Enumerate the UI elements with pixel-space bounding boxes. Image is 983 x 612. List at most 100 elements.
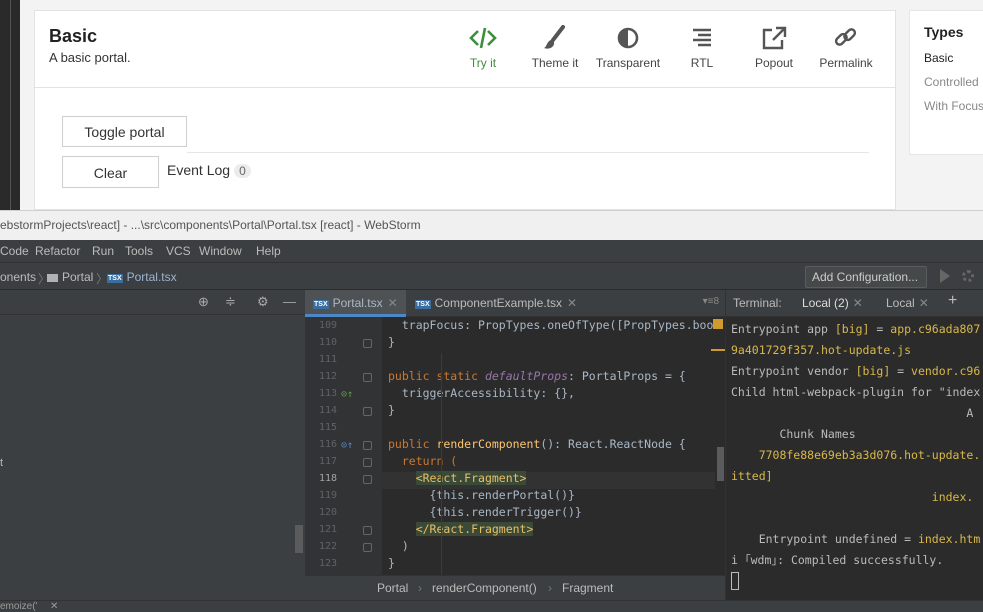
code-line: public renderComponent(): React.ReactNod… <box>388 436 686 453</box>
close-icon[interactable]: ✕ <box>853 296 863 310</box>
add-configuration-button[interactable]: Add Configuration... <box>805 266 927 288</box>
line-number: 123 <box>318 558 337 569</box>
code-token: public <box>388 437 437 451</box>
terminal-text: [big] <box>834 322 870 336</box>
terminal-tab-local[interactable]: Local ✕ <box>886 296 929 310</box>
terminal-label: Terminal: <box>733 296 782 310</box>
theme-it-button[interactable]: Theme it <box>515 25 595 70</box>
code-line: {this.renderPortal()} <box>388 488 575 502</box>
collapse-all-icon[interactable]: ≑ <box>225 294 236 310</box>
debug-icon[interactable] <box>962 270 974 282</box>
fold-marker-icon[interactable] <box>363 373 372 382</box>
tab-portal-tsx[interactable]: TSX Portal.tsx ✕ <box>305 290 406 317</box>
fold-marker-icon[interactable] <box>363 441 372 450</box>
hide-panel-icon[interactable]: — <box>283 294 296 309</box>
rtl-button[interactable]: RTL <box>662 25 742 70</box>
nav-crumb-file[interactable]: TSX Portal.tsx <box>107 270 177 284</box>
terminal-text: vendor.c96 <box>911 364 981 378</box>
tab-component-example-label: ComponentExample.tsx <box>434 296 563 310</box>
gear-icon[interactable]: ⚙ <box>257 294 269 310</box>
menu-code[interactable]: Code <box>0 244 29 258</box>
nav-crumb-components[interactable]: onents <box>0 270 36 284</box>
menu-refactor[interactable]: Refactor <box>35 244 80 258</box>
transparent-button[interactable]: Transparent <box>588 25 668 70</box>
line-number: 109 <box>318 320 337 331</box>
code-line: triggerAccessibility: {}, <box>388 386 575 400</box>
menu-help[interactable]: Help <box>256 244 281 258</box>
tab-list-button[interactable]: ▾≡8 <box>703 296 719 307</box>
warning-status-icon[interactable] <box>713 319 723 329</box>
types-item-controlled[interactable]: Controlled <box>924 75 979 89</box>
locate-icon[interactable]: ⊕ <box>198 294 209 310</box>
fold-marker-icon[interactable] <box>363 339 372 348</box>
terminal-line: 9a401729f357.hot-update.js <box>731 343 912 357</box>
menu-bar: Code Refactor Run Tools VCS Window Help <box>0 240 983 262</box>
code-token: renderComponent <box>436 437 541 451</box>
popout-button[interactable]: Popout <box>734 25 814 70</box>
close-icon[interactable]: ✕ <box>388 296 398 310</box>
code-line: } <box>388 403 395 417</box>
close-icon[interactable]: ✕ <box>50 601 58 612</box>
code-token: <React.Fragment> <box>415 471 527 485</box>
menu-vcs[interactable]: VCS <box>166 244 191 258</box>
line-number: 114 <box>318 405 337 416</box>
types-item-basic[interactable]: Basic <box>924 51 953 65</box>
override-marker-icon[interactable]: ⊙↑ <box>341 389 353 400</box>
fold-marker-icon[interactable] <box>363 458 372 467</box>
breadcrumb-render-component[interactable]: renderComponent() <box>432 581 537 595</box>
chevron-right-icon: › <box>548 581 552 595</box>
editor-scrollbar[interactable] <box>715 317 725 575</box>
terminal-tab-bar: Terminal: Local (2) ✕ Local ✕ + <box>726 290 983 317</box>
menu-run[interactable]: Run <box>92 244 114 258</box>
implements-marker-icon[interactable]: ⊙↑ <box>341 440 353 451</box>
nav-crumb-portal[interactable]: Portal <box>47 270 93 284</box>
terminal-tab-local-2[interactable]: Local (2) ✕ <box>802 296 863 310</box>
theme-it-label: Theme it <box>531 56 579 70</box>
new-terminal-plus-icon[interactable]: + <box>948 292 957 310</box>
close-icon[interactable]: ✕ <box>567 296 577 310</box>
terminal-cursor-line[interactable] <box>731 571 739 590</box>
line-number: 120 <box>318 507 337 518</box>
terminal-line: index. <box>731 490 974 504</box>
code-area[interactable]: trapFocus: PropTypes.oneOfType([PropType… <box>382 317 715 575</box>
editor-scrollbar-thumb[interactable] <box>717 447 724 481</box>
project-tree-item[interactable]: t <box>0 457 3 469</box>
transparent-label: Transparent <box>595 56 661 70</box>
line-number: 110 <box>318 337 337 348</box>
try-it-button[interactable]: Try it <box>443 25 523 70</box>
event-log-count-badge: 0 <box>234 164 251 178</box>
menu-window[interactable]: Window <box>199 244 242 258</box>
code-line: ) <box>388 539 409 553</box>
menu-tools[interactable]: Tools <box>125 244 153 258</box>
portal-example-card: Basic A basic portal. Try it Theme it Tr… <box>34 10 896 210</box>
tab-list-icon: ▾≡ <box>702 296 714 307</box>
permalink-button[interactable]: Permalink <box>806 25 886 70</box>
code-line: </React.Fragment> <box>388 521 534 538</box>
code-line: trapFocus: PropTypes.oneOfType([PropType… <box>388 318 715 332</box>
types-item-with-focus[interactable]: With Focus <box>924 99 983 113</box>
fold-marker-icon[interactable] <box>363 543 372 552</box>
close-icon[interactable]: ✕ <box>919 296 929 310</box>
terminal-text: index.htm <box>917 532 981 546</box>
line-number: 117 <box>318 456 337 467</box>
breadcrumb-fragment[interactable]: Fragment <box>562 581 613 595</box>
code-line: {this.renderTrigger()} <box>388 505 582 519</box>
terminal-cursor <box>731 571 739 590</box>
clear-button[interactable]: Clear <box>62 156 159 188</box>
browser-viewport: Basic A basic portal. Try it Theme it Tr… <box>0 0 983 210</box>
fold-marker-icon[interactable] <box>363 407 372 416</box>
code-editor: TSX Portal.tsx ✕ TSX ComponentExample.tsx ✕ … <box>305 290 725 600</box>
project-scrollbar[interactable] <box>295 525 303 553</box>
navigation-bar: onents 〉 Portal 〉 TSX Portal.tsx Add Conf… <box>0 262 983 290</box>
tab-component-example-tsx[interactable]: TSX ComponentExample.tsx ✕ <box>407 290 585 317</box>
run-icon[interactable] <box>940 269 950 283</box>
contrast-icon <box>617 27 639 49</box>
line-number-current: 118 <box>318 473 337 484</box>
breadcrumb-portal[interactable]: Portal <box>377 581 408 595</box>
warning-stripe-marker[interactable] <box>711 349 725 351</box>
fold-marker-icon[interactable] <box>363 526 372 535</box>
fold-marker-icon[interactable] <box>363 475 372 484</box>
toggle-portal-button[interactable]: Toggle portal <box>62 116 187 147</box>
tsx-file-icon: TSX <box>107 274 123 283</box>
terminal-tab-local-2-label: Local (2) <box>802 296 849 310</box>
